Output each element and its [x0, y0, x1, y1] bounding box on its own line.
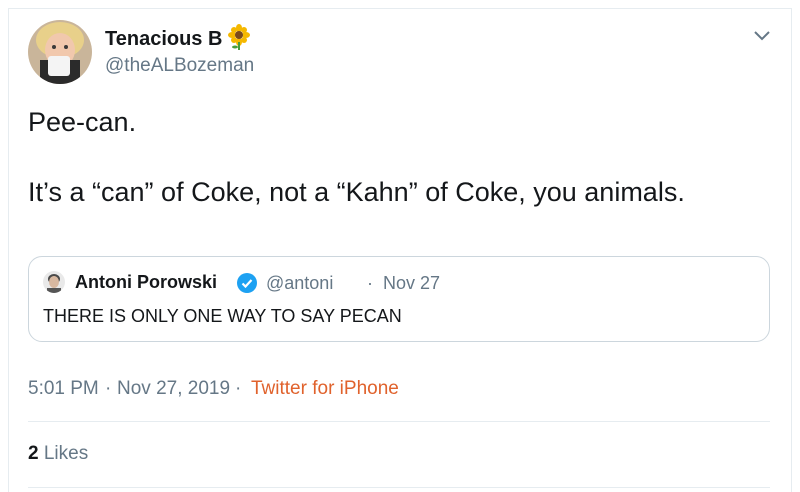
- author-handle[interactable]: @theALBozeman: [105, 55, 254, 77]
- quoted-tweet[interactable]: Antoni Porowski @antoni · Nov 27 THERE I…: [28, 256, 770, 342]
- divider: [28, 487, 770, 488]
- likes-label: Likes: [43, 443, 89, 464]
- tweet-text-line2: It’s a “can” of Coke, not a “Kahn” of Co…: [28, 177, 685, 207]
- likes-link[interactable]: 2 Likes: [28, 443, 88, 465]
- tweet-source-link[interactable]: Twitter for iPhone: [251, 378, 399, 400]
- tweet-card: [8, 8, 792, 492]
- quoted-author-handle: @antoni: [266, 273, 334, 293]
- quoted-author-name: Antoni Porowski: [75, 272, 218, 292]
- meta-separator: ·: [235, 378, 242, 399]
- author-name[interactable]: Tenacious B: [105, 28, 222, 51]
- quoted-separator: ·: [367, 273, 373, 293]
- tweet-text-line1: Pee-can.: [28, 107, 137, 137]
- sunflower-icon: [228, 24, 250, 50]
- tweet-date[interactable]: Nov 27, 2019: [117, 378, 230, 400]
- likes-count: 2: [28, 443, 39, 464]
- quoted-date: Nov 27: [383, 273, 441, 293]
- quoted-author-avatar: [43, 271, 65, 293]
- meta-separator: ·: [105, 378, 112, 399]
- chevron-down-icon[interactable]: [752, 28, 772, 44]
- tweet-time[interactable]: 5:01 PM: [28, 378, 99, 400]
- author-avatar[interactable]: [28, 20, 92, 84]
- divider: [28, 421, 770, 422]
- quoted-text: THERE IS ONLY ONE WAY TO SAY PECAN: [43, 306, 402, 326]
- verified-badge-icon: [237, 273, 257, 293]
